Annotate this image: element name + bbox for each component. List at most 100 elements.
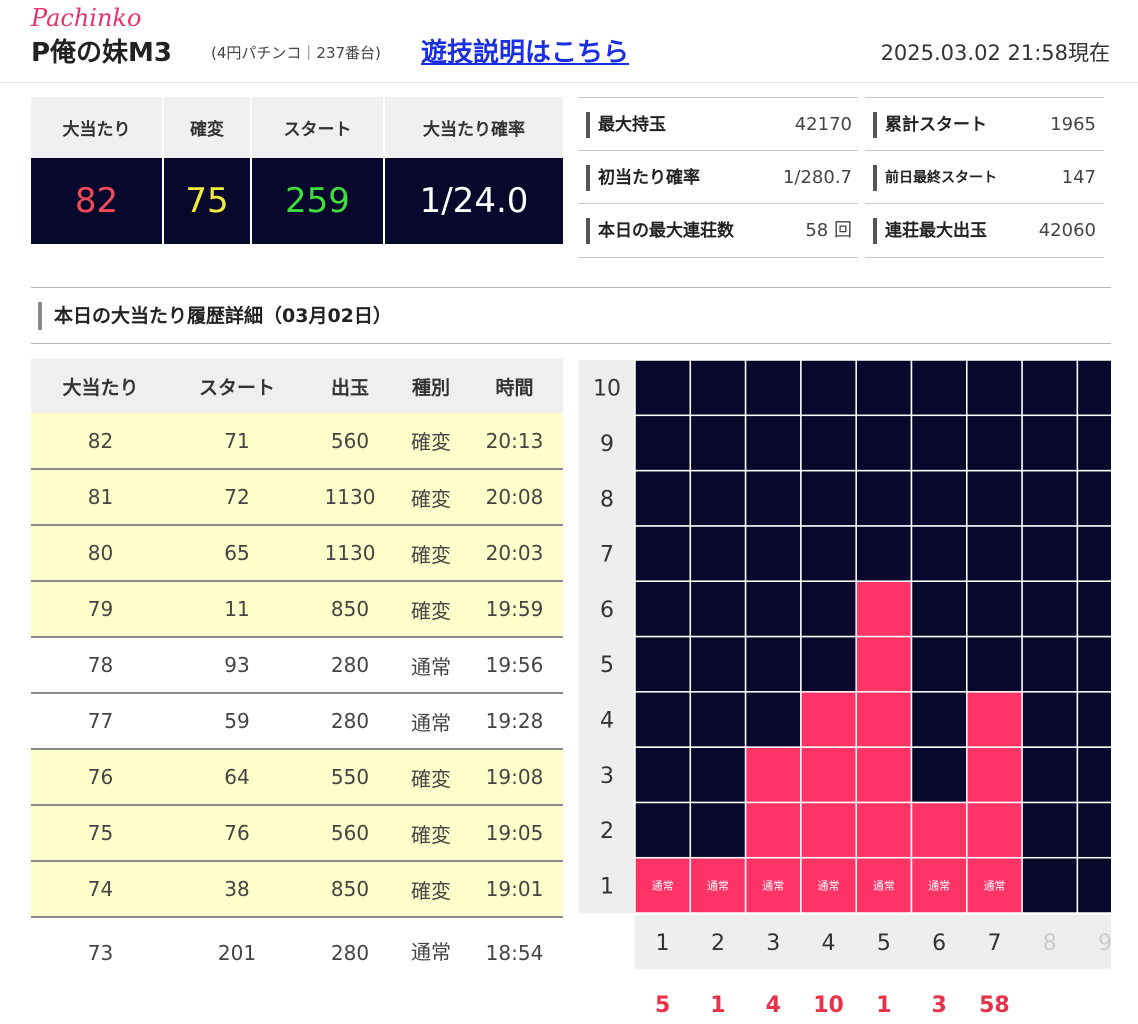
- chart-cell: [1021, 856, 1079, 914]
- chart-x-label: 9: [1098, 931, 1111, 956]
- history-cell-payout: 1130: [304, 469, 396, 526]
- chart-cell: [855, 414, 913, 472]
- table-row: 79 11 850 確変 19:59: [31, 581, 563, 638]
- history-cell-type: 確変: [396, 805, 466, 862]
- history-cell-type: 通常: [396, 917, 466, 965]
- chart-cell: [855, 801, 913, 859]
- history-header-time: 時間: [466, 359, 563, 413]
- chart-cell: [634, 469, 692, 527]
- history-cell-type: 通常: [396, 693, 466, 750]
- chart-cell: [634, 691, 692, 748]
- section-divider-bottom: [31, 343, 1111, 344]
- chart-x-label: 3: [766, 931, 780, 956]
- history-cell-payout: 280: [304, 693, 396, 750]
- chart-cell: [1076, 691, 1111, 748]
- history-cell-start: 201: [170, 917, 304, 965]
- stats-divider: [578, 257, 858, 258]
- chart-cell: [634, 580, 692, 638]
- chain-count: 58: [979, 993, 1010, 1018]
- summary-value-start: 259: [251, 158, 385, 244]
- chart-x-axis-bg: [635, 915, 1111, 969]
- chart-cell: [744, 525, 802, 582]
- history-cell-jackpot: 76: [31, 749, 170, 806]
- history-cell-start: 65: [170, 525, 304, 582]
- chart-cell: [634, 801, 692, 859]
- history-cell-payout: 280: [304, 637, 396, 694]
- history-cell-start: 72: [170, 469, 304, 526]
- chart-cell: [910, 635, 968, 693]
- chart-cell: [855, 580, 913, 638]
- table-row: 80 65 1130 確変 20:03: [31, 525, 563, 582]
- chart-cell: [800, 746, 857, 804]
- history-section-title: 本日の大当たり履歴詳細（03月02日）: [38, 302, 392, 330]
- help-link[interactable]: 遊技説明はこちら: [421, 32, 629, 69]
- history-cell-type: 確変: [396, 861, 466, 918]
- history-cell-payout: 280: [304, 917, 396, 965]
- chart-cell: [1076, 635, 1111, 693]
- stat-label: 前日最終スタート: [873, 165, 997, 191]
- chart-cell: [855, 746, 913, 804]
- history-cell-time: 19:56: [466, 637, 563, 694]
- chart-cell: [966, 691, 1023, 748]
- chart-cell: [910, 746, 968, 804]
- history-cell-type: 通常: [396, 637, 466, 694]
- stat-value: 1965: [1050, 114, 1096, 135]
- chart-cell: [1021, 801, 1079, 859]
- chart-cell: [689, 360, 747, 417]
- history-cell-jackpot: 75: [31, 805, 170, 862]
- table-row: 77 59 280 通常 19:28: [31, 693, 563, 750]
- history-cell-jackpot: 80: [31, 525, 170, 582]
- summary-header-kakuhen: 確変: [163, 97, 252, 158]
- chart-cell: [800, 801, 857, 859]
- chart-cell-label: 通常: [928, 879, 950, 892]
- table-row: 74 38 850 確変 19:01: [31, 861, 563, 918]
- chart-cell: [744, 746, 802, 804]
- chart-cell: [1076, 469, 1111, 527]
- chart-cell: [1076, 360, 1111, 417]
- history-cell-jackpot: 74: [31, 861, 170, 918]
- stat-total-start: 累計スタート 1965: [865, 97, 1104, 150]
- history-cell-start: 71: [170, 413, 304, 470]
- stat-value: 42170: [794, 114, 852, 135]
- history-cell-type: 確変: [396, 469, 466, 526]
- table-row: 75 76 560 確変 19:05: [31, 805, 563, 862]
- chain-count: 1: [710, 993, 725, 1018]
- chart-y-label: 5: [600, 653, 614, 678]
- machine-subtitle: (4円パチンコ｜237番台): [211, 44, 381, 62]
- summary-value-probability: 1/24.0: [384, 158, 563, 244]
- history-cell-payout: 550: [304, 749, 396, 806]
- table-row: 82 71 560 確変 20:13: [31, 413, 563, 470]
- history-cell-start: 11: [170, 581, 304, 638]
- chart-cell: [966, 525, 1023, 582]
- chart-cell: [855, 469, 913, 527]
- chart-cell: [744, 414, 802, 472]
- page-title: P俺の妹M3: [31, 38, 173, 68]
- stat-value: 58 回: [805, 220, 852, 241]
- summary-header-start: スタート: [251, 97, 385, 158]
- chart-cell-label: 通常: [983, 879, 1005, 892]
- history-cell-start: 38: [170, 861, 304, 918]
- chart-cell: [800, 414, 857, 472]
- section-divider-top: [31, 287, 1111, 288]
- chart-cell: [689, 635, 747, 693]
- chart-y-label: 2: [600, 819, 614, 844]
- history-cell-time: 20:08: [466, 469, 563, 526]
- chart-cell: [1076, 856, 1111, 914]
- history-cell-type: 確変: [396, 581, 466, 638]
- chart-cell: [689, 691, 747, 748]
- chart-y-label: 6: [600, 598, 614, 623]
- chart-y-label: 1: [600, 874, 614, 899]
- chart-cell: [966, 414, 1023, 472]
- chart-cell: [1021, 691, 1079, 748]
- history-header-type: 種別: [396, 359, 466, 413]
- history-header-jackpot: 大当たり: [31, 359, 170, 413]
- chart-cell: [800, 525, 857, 582]
- chart-y-label: 8: [600, 487, 614, 512]
- summary-value-jackpot: 82: [31, 158, 164, 244]
- chart-cell: [1021, 580, 1079, 638]
- chart-cell: [689, 746, 747, 804]
- stat-max-chain: 本日の最大連荘数 58 回: [578, 203, 858, 256]
- chart-cell-label: 通常: [762, 879, 784, 892]
- history-cell-type: 確変: [396, 749, 466, 806]
- chart-cell: [1076, 525, 1111, 582]
